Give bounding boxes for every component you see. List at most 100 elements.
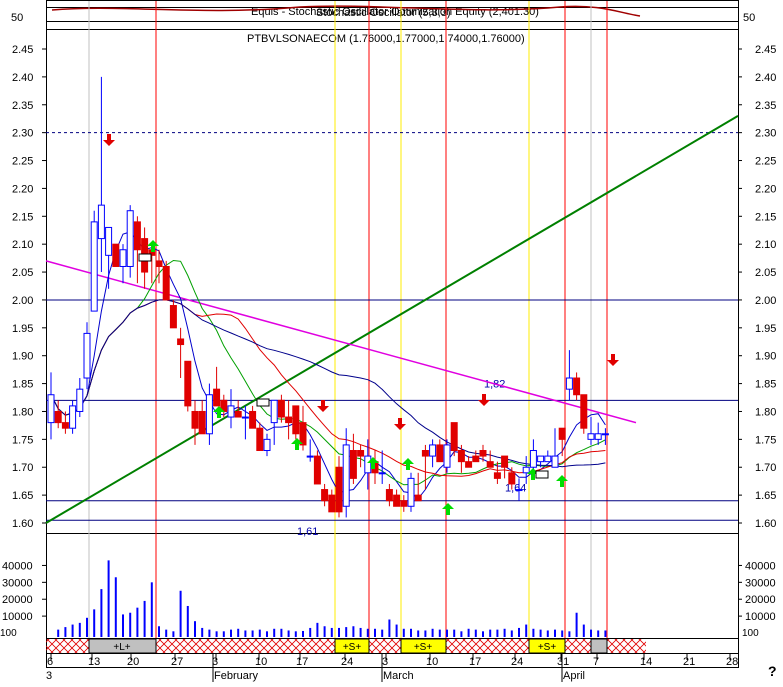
moving-average-line [50,299,606,477]
y-tick-label-right: 1.60 [755,518,776,530]
y-tick-label-left: 2.30 [12,128,33,140]
x-tick-label: 17 [469,656,481,668]
candle-body [414,494,422,502]
candle-body [83,332,91,379]
x-tick-label: 7 [593,656,599,668]
candle-body [580,394,588,429]
candle-body [436,444,444,463]
candle-body [400,500,408,507]
x-tick-label: 24 [511,656,523,668]
flag-label: +S+ [414,642,433,653]
header-tick-right: 50 [743,12,755,24]
y-tick-label-right: 2.30 [755,128,776,140]
candle-body [133,221,141,251]
y-tick-label-left: 1.60 [12,518,33,530]
moving-average-line [50,299,606,468]
y-tick-label-right: 1.95 [755,323,776,335]
candle-body [364,455,372,474]
y-tick-label-left: 2.00 [12,295,33,307]
y-tick-label-right: 1.75 [755,434,776,446]
x-tick-label: 3 [382,656,388,668]
candle-body [112,243,120,267]
candle-body [155,260,163,267]
moving-average-line [50,259,606,486]
candle-body [443,444,451,468]
vol-bottom-label-left: 100 [0,628,17,639]
y-tick-label-left: 1.90 [12,351,33,363]
sell-arrow [394,418,406,430]
y-tick-label-left: 2.05 [12,267,33,279]
candle-body [249,410,257,429]
candle-body [76,388,84,412]
candle-body [429,444,437,457]
candle-body [407,477,415,507]
plot-frame [46,0,739,668]
candle-body [565,377,573,390]
vol-tick-label-right: 10000 [745,611,776,623]
y-tick-label-left: 1.95 [12,323,33,335]
candle-body [601,433,609,436]
candle-body [558,427,566,440]
candle-body [191,410,199,429]
candle-body [479,450,487,457]
candle-body [263,438,271,452]
y-tick-label-left: 2.20 [12,183,33,195]
buy-arrow [442,503,454,515]
candle-body [256,427,264,452]
flag-label: +L+ [113,642,130,653]
vol-tick-label-left: 20000 [2,594,33,606]
y-tick-label-right: 2.15 [755,211,776,223]
help-icon[interactable]: ? [768,663,777,679]
vol-tick-label-left: 30000 [2,577,33,589]
candle-body [537,455,545,463]
candle-body [241,416,249,419]
x-tick-label: 24 [341,656,353,668]
candle-body [349,450,357,479]
candle-body [357,450,365,457]
y-tick-label-right: 2.25 [755,156,776,168]
candle-body [529,450,537,468]
y-tick-label-right: 2.40 [755,72,776,84]
y-tick-label-left: 2.10 [12,239,33,251]
candle-body [551,455,559,468]
candle-body [227,405,235,418]
x-tick-label: 10 [426,656,438,668]
y-tick-label-right: 1.80 [755,406,776,418]
candle-body [450,422,458,452]
candle-body [177,338,185,346]
event-marker [535,470,549,479]
candle-body [321,489,329,502]
y-tick-label-right: 2.00 [755,295,776,307]
vol-tick-label-left: 40000 [2,560,33,572]
candle-body [393,494,401,507]
x-tick-label: 14 [640,656,652,668]
x-tick-label: 10 [255,656,267,668]
candle-body [61,422,69,429]
green-trend-line [45,115,739,524]
y-tick-label-right: 2.20 [755,183,776,195]
flag-label: +S+ [538,642,557,653]
candle-body [335,466,343,513]
candle-body [213,388,221,407]
candle-body [544,455,552,463]
candle-body [594,433,602,440]
reference-line-label: 1,61 [297,526,318,538]
candle-body [378,472,386,475]
y-tick-label-left: 2.15 [12,211,33,223]
x-tick-label: 31 [557,656,569,668]
vol-tick-label-right: 30000 [745,577,776,589]
sell-arrow [478,394,490,406]
candle-body [277,399,285,418]
candle-body [54,410,62,424]
candle-body [472,455,480,463]
candle-body [457,450,465,463]
vol-tick-label-right: 40000 [745,560,776,572]
y-tick-label-left: 2.45 [12,44,33,56]
vol-tick-label-right: 20000 [745,594,776,606]
y-tick-label-left: 1.85 [12,379,33,391]
candle-body [486,461,494,468]
y-tick-label-left: 1.65 [12,490,33,502]
candle-body [515,489,523,492]
reference-line-label: 1,64 [505,483,526,495]
candle-body [421,450,429,457]
